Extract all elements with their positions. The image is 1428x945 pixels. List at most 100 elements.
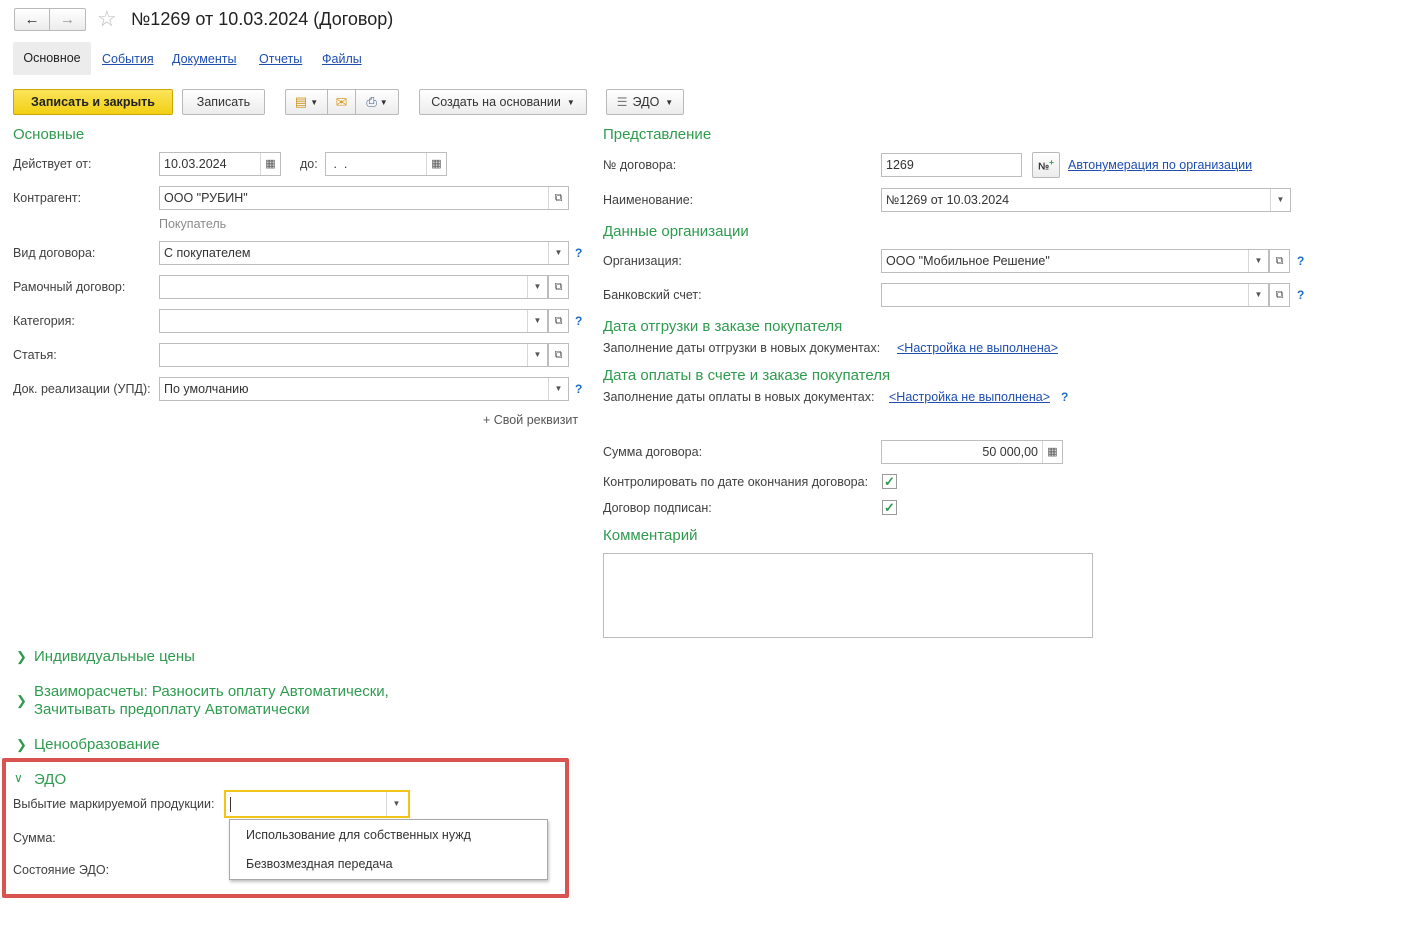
- group-pricing[interactable]: Ценообразование: [34, 736, 160, 753]
- help-icon[interactable]: ?: [1297, 288, 1304, 302]
- contract-type-field[interactable]: С покупателем ▼: [159, 241, 569, 265]
- name-label: Наименование:: [603, 193, 694, 207]
- contract-sum-field[interactable]: 50 000,00 ▦: [881, 440, 1063, 464]
- upd-label: Док. реализации (УПД):: [13, 382, 151, 396]
- marking-label: Выбытие маркируемой продукции:: [13, 797, 215, 811]
- save-button[interactable]: Записать: [182, 89, 265, 115]
- chevron-down-icon: ▼: [310, 97, 319, 107]
- favorite-star-icon[interactable]: ☆: [97, 6, 117, 32]
- chevron-down-icon[interactable]: ▼: [527, 310, 547, 332]
- help-icon[interactable]: ?: [1061, 390, 1068, 404]
- payment-settings-link[interactable]: <Настройка не выполнена>: [889, 390, 1050, 404]
- tab-files[interactable]: Файлы: [322, 52, 362, 66]
- edo-button[interactable]: ☰ ЭДО ▼: [606, 89, 684, 115]
- contract-number-label: № договора:: [603, 158, 677, 172]
- open-icon[interactable]: ⧉: [548, 309, 569, 333]
- group-settlements-line1[interactable]: Взаиморасчеты: Разносить оплату Автомати…: [34, 683, 389, 700]
- section-shipment-date: Дата отгрузки в заказе покупателя: [603, 318, 843, 335]
- upd-field[interactable]: По умолчанию ▼: [159, 377, 569, 401]
- comment-textarea[interactable]: [603, 553, 1093, 638]
- chevron-down-icon[interactable]: ▼: [548, 242, 568, 264]
- signed-checkbox[interactable]: ✓: [882, 500, 897, 515]
- text-cursor: [230, 797, 231, 813]
- chevron-down-icon: ▼: [665, 97, 674, 107]
- open-icon[interactable]: ⧉: [548, 343, 569, 367]
- bank-account-label: Банковский счет:: [603, 288, 702, 302]
- marking-dropdown-list: Использование для собственных нужд Безво…: [229, 819, 548, 880]
- group-settlements-line2[interactable]: Зачитывать предоплату Автоматически: [34, 701, 310, 718]
- chevron-down-icon[interactable]: ▼: [1248, 250, 1268, 272]
- group-individual-prices[interactable]: Индивидуальные цены: [34, 648, 195, 665]
- frame-field[interactable]: ▼: [159, 275, 548, 299]
- create-based-button[interactable]: Создать на основании ▼: [419, 89, 587, 115]
- help-icon[interactable]: ?: [1297, 254, 1304, 268]
- arrow-right-icon: →: [60, 11, 75, 28]
- chevron-down-icon[interactable]: ∨: [14, 771, 23, 785]
- dropdown-option[interactable]: Использование для собственных нужд: [246, 828, 471, 842]
- contract-number-field[interactable]: 1269: [881, 153, 1022, 177]
- autonumber-button[interactable]: №+: [1032, 152, 1060, 178]
- open-icon[interactable]: ⧉: [1269, 249, 1290, 273]
- calendar-icon[interactable]: ▦: [260, 153, 280, 175]
- counterparty-field[interactable]: ООО "РУБИН" ⧉: [159, 186, 569, 210]
- name-field[interactable]: №1269 от 10.03.2024 ▼: [881, 188, 1291, 212]
- tab-events[interactable]: События: [102, 52, 154, 66]
- arrow-left-icon: ←: [24, 11, 40, 28]
- attach-button[interactable]: ▤ ▼: [285, 89, 328, 115]
- article-label: Статья:: [13, 348, 57, 362]
- back-button[interactable]: ←: [14, 8, 50, 31]
- printer-icon: ⎙: [366, 94, 377, 109]
- help-icon[interactable]: ?: [575, 382, 582, 396]
- chevron-down-icon[interactable]: ▼: [1248, 284, 1268, 306]
- control-end-date-checkbox[interactable]: ✓: [882, 474, 897, 489]
- valid-from-label: Действует от:: [13, 157, 92, 171]
- shipment-settings-link[interactable]: <Настройка не выполнена>: [897, 341, 1058, 355]
- chevron-right-icon[interactable]: ❯: [16, 649, 27, 665]
- email-button[interactable]: ✉: [327, 89, 356, 115]
- tab-main[interactable]: Основное: [13, 42, 91, 75]
- article-field[interactable]: ▼: [159, 343, 548, 367]
- tab-reports[interactable]: Отчеты: [259, 52, 302, 66]
- section-org-data: Данные организации: [603, 223, 749, 240]
- chevron-down-icon[interactable]: ▼: [527, 344, 547, 366]
- chevron-down-icon: ▼: [566, 97, 575, 107]
- marking-field[interactable]: ▼: [224, 790, 410, 818]
- chevron-right-icon[interactable]: ❯: [16, 737, 27, 753]
- category-label: Категория:: [13, 314, 75, 328]
- calculator-icon[interactable]: ▦: [1042, 441, 1062, 463]
- category-field[interactable]: ▼: [159, 309, 548, 333]
- chevron-right-icon[interactable]: ❯: [16, 693, 27, 709]
- to-label: до:: [300, 157, 318, 171]
- autonumber-link[interactable]: Автонумерация по организации: [1068, 158, 1252, 172]
- help-icon[interactable]: ?: [575, 246, 582, 260]
- bank-account-field[interactable]: ▼: [881, 283, 1269, 307]
- chevron-down-icon[interactable]: ▼: [527, 276, 547, 298]
- number-plus-icon: №+: [1037, 157, 1055, 173]
- counterparty-role: Покупатель: [159, 217, 227, 231]
- valid-to-field[interactable]: . . ▦: [325, 152, 447, 176]
- open-icon[interactable]: ⧉: [548, 187, 568, 209]
- section-payment-date: Дата оплаты в счете и заказе покупателя: [603, 367, 891, 384]
- window-title: №1269 от 10.03.2024 (Договор): [131, 9, 394, 29]
- forward-button[interactable]: →: [49, 8, 86, 31]
- signed-label: Договор подписан:: [603, 501, 712, 515]
- group-edo[interactable]: ЭДО: [34, 771, 66, 788]
- organization-field[interactable]: ООО "Мобильное Решение" ▼: [881, 249, 1269, 273]
- calendar-icon[interactable]: ▦: [426, 153, 446, 175]
- chevron-down-icon[interactable]: ▼: [386, 792, 406, 816]
- control-end-date-label: Контролировать по дате окончания договор…: [603, 475, 869, 489]
- document-clock-icon: ▤: [294, 94, 308, 109]
- save-close-button[interactable]: Записать и закрыть: [13, 89, 173, 115]
- chevron-down-icon[interactable]: ▼: [548, 378, 568, 400]
- valid-from-field[interactable]: 10.03.2024 ▦: [159, 152, 281, 176]
- edo-state-label: Состояние ЭДО:: [13, 863, 110, 877]
- open-icon[interactable]: ⧉: [1269, 283, 1290, 307]
- help-icon[interactable]: ?: [575, 314, 582, 328]
- open-icon[interactable]: ⧉: [548, 275, 569, 299]
- dropdown-option[interactable]: Безвозмездная передача: [246, 857, 393, 871]
- counterparty-label: Контрагент:: [13, 191, 82, 205]
- tab-documents[interactable]: Документы: [172, 52, 236, 66]
- print-button[interactable]: ⎙ ▼: [355, 89, 399, 115]
- chevron-down-icon[interactable]: ▼: [1270, 189, 1290, 211]
- own-attribute-link[interactable]: + Свой реквизит: [483, 413, 578, 427]
